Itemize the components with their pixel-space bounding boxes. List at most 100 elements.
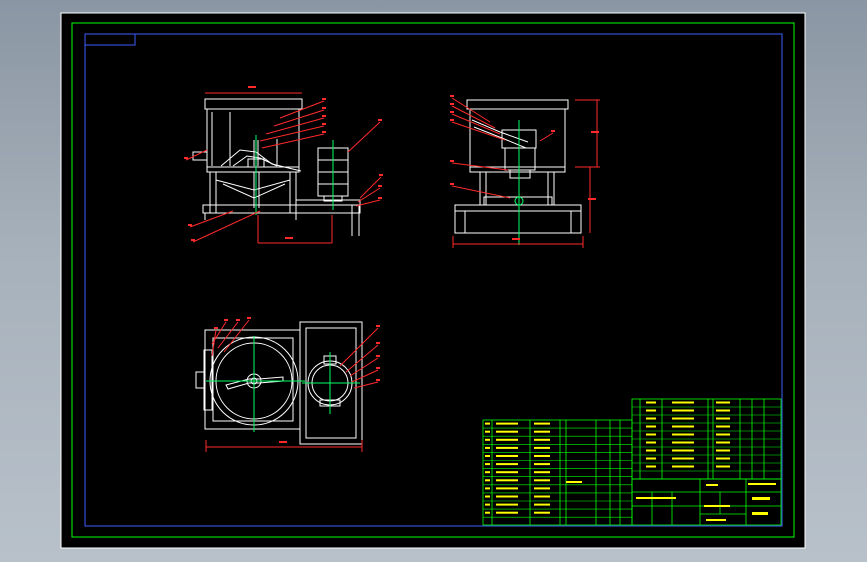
balloon-number — [184, 157, 188, 159]
entry-material — [716, 401, 730, 404]
entry-name — [534, 495, 550, 498]
entry-name — [534, 422, 550, 425]
drawing-sheet — [60, 12, 806, 549]
entry-name — [534, 455, 550, 457]
balloon-number — [450, 111, 454, 113]
balloon-number — [551, 130, 555, 132]
balloon-number — [376, 325, 380, 327]
entry-code — [496, 471, 518, 474]
balloon-number — [378, 119, 382, 121]
balloon-number — [191, 239, 195, 241]
balloon-number — [247, 317, 251, 319]
entry-material — [716, 433, 730, 436]
entry-name — [534, 430, 550, 433]
dimension-value — [512, 238, 520, 240]
entry-name — [672, 441, 694, 444]
entry-index — [485, 495, 490, 498]
entry-code — [646, 401, 656, 404]
entry-code — [496, 446, 518, 449]
entry-code — [496, 511, 518, 514]
entry-code — [646, 441, 656, 444]
entry-index — [485, 446, 490, 449]
entry-name — [672, 457, 694, 460]
entry-name — [672, 425, 694, 428]
entry-code — [496, 495, 518, 498]
dimension-value — [248, 86, 256, 88]
entry-material — [716, 449, 730, 452]
entry-index — [485, 511, 490, 514]
title-mark — [752, 497, 770, 500]
title-mark — [748, 483, 776, 485]
entry-code — [496, 503, 518, 506]
title-mark — [636, 497, 676, 499]
entry-name — [672, 449, 694, 452]
entry-index — [485, 487, 490, 490]
entry-material — [716, 417, 730, 420]
entry-index — [485, 438, 490, 441]
entry-index — [485, 471, 490, 474]
balloon-number — [322, 107, 326, 109]
entry-material — [716, 457, 730, 460]
entry-name — [534, 438, 550, 441]
entry-name — [534, 471, 550, 474]
title-mark — [704, 505, 730, 507]
balloon-number — [376, 367, 380, 369]
cad-viewport[interactable] — [0, 0, 867, 562]
entry-name — [534, 479, 550, 482]
balloon-number — [322, 131, 326, 133]
entry-code — [496, 455, 518, 457]
balloon-number — [450, 183, 454, 185]
entry-name — [534, 487, 550, 490]
balloon-number — [322, 98, 326, 100]
balloon-number — [450, 160, 454, 162]
entry-material — [716, 441, 730, 444]
balloon-number — [378, 197, 382, 199]
title-mark — [566, 481, 582, 483]
entry-index — [485, 430, 490, 433]
entry-code — [646, 425, 656, 428]
balloon-number — [450, 119, 454, 121]
entry-name — [672, 409, 694, 412]
balloon-number — [379, 174, 383, 176]
balloon-number — [376, 355, 380, 357]
entry-code — [646, 433, 656, 436]
entry-name — [534, 446, 550, 449]
entry-material — [716, 425, 730, 428]
entry-index — [485, 479, 490, 482]
entry-name — [672, 433, 694, 436]
balloon-number — [376, 379, 380, 381]
entry-code — [496, 422, 518, 425]
drawing-number-mark — [752, 512, 768, 515]
entry-index — [485, 503, 490, 506]
dimension-value — [588, 198, 596, 200]
balloon-number — [376, 342, 380, 344]
entry-code — [496, 463, 518, 466]
entry-material — [716, 409, 730, 412]
drawing-canvas — [60, 12, 806, 549]
entry-index — [485, 455, 490, 457]
entry-index — [485, 463, 490, 466]
entry-name — [534, 463, 550, 466]
entry-code — [646, 417, 656, 420]
entry-name — [672, 401, 694, 404]
balloon-number — [450, 95, 454, 97]
balloon-number — [450, 103, 454, 105]
dimension-value — [591, 131, 599, 133]
entry-material — [716, 465, 730, 468]
entry-code — [646, 409, 656, 412]
title-mark — [706, 484, 718, 486]
entry-name — [534, 503, 550, 506]
dimension-value — [279, 441, 287, 443]
entry-name — [672, 465, 694, 468]
entry-code — [496, 479, 518, 482]
balloon-number — [322, 115, 326, 117]
balloon-number — [236, 319, 240, 321]
entry-name — [672, 417, 694, 420]
entry-code — [496, 487, 518, 490]
entry-code — [646, 457, 656, 460]
balloon-number — [188, 224, 192, 226]
balloon-number — [224, 319, 228, 321]
title-mark — [706, 519, 726, 521]
balloon-number — [378, 185, 382, 187]
balloon-number — [322, 123, 326, 125]
